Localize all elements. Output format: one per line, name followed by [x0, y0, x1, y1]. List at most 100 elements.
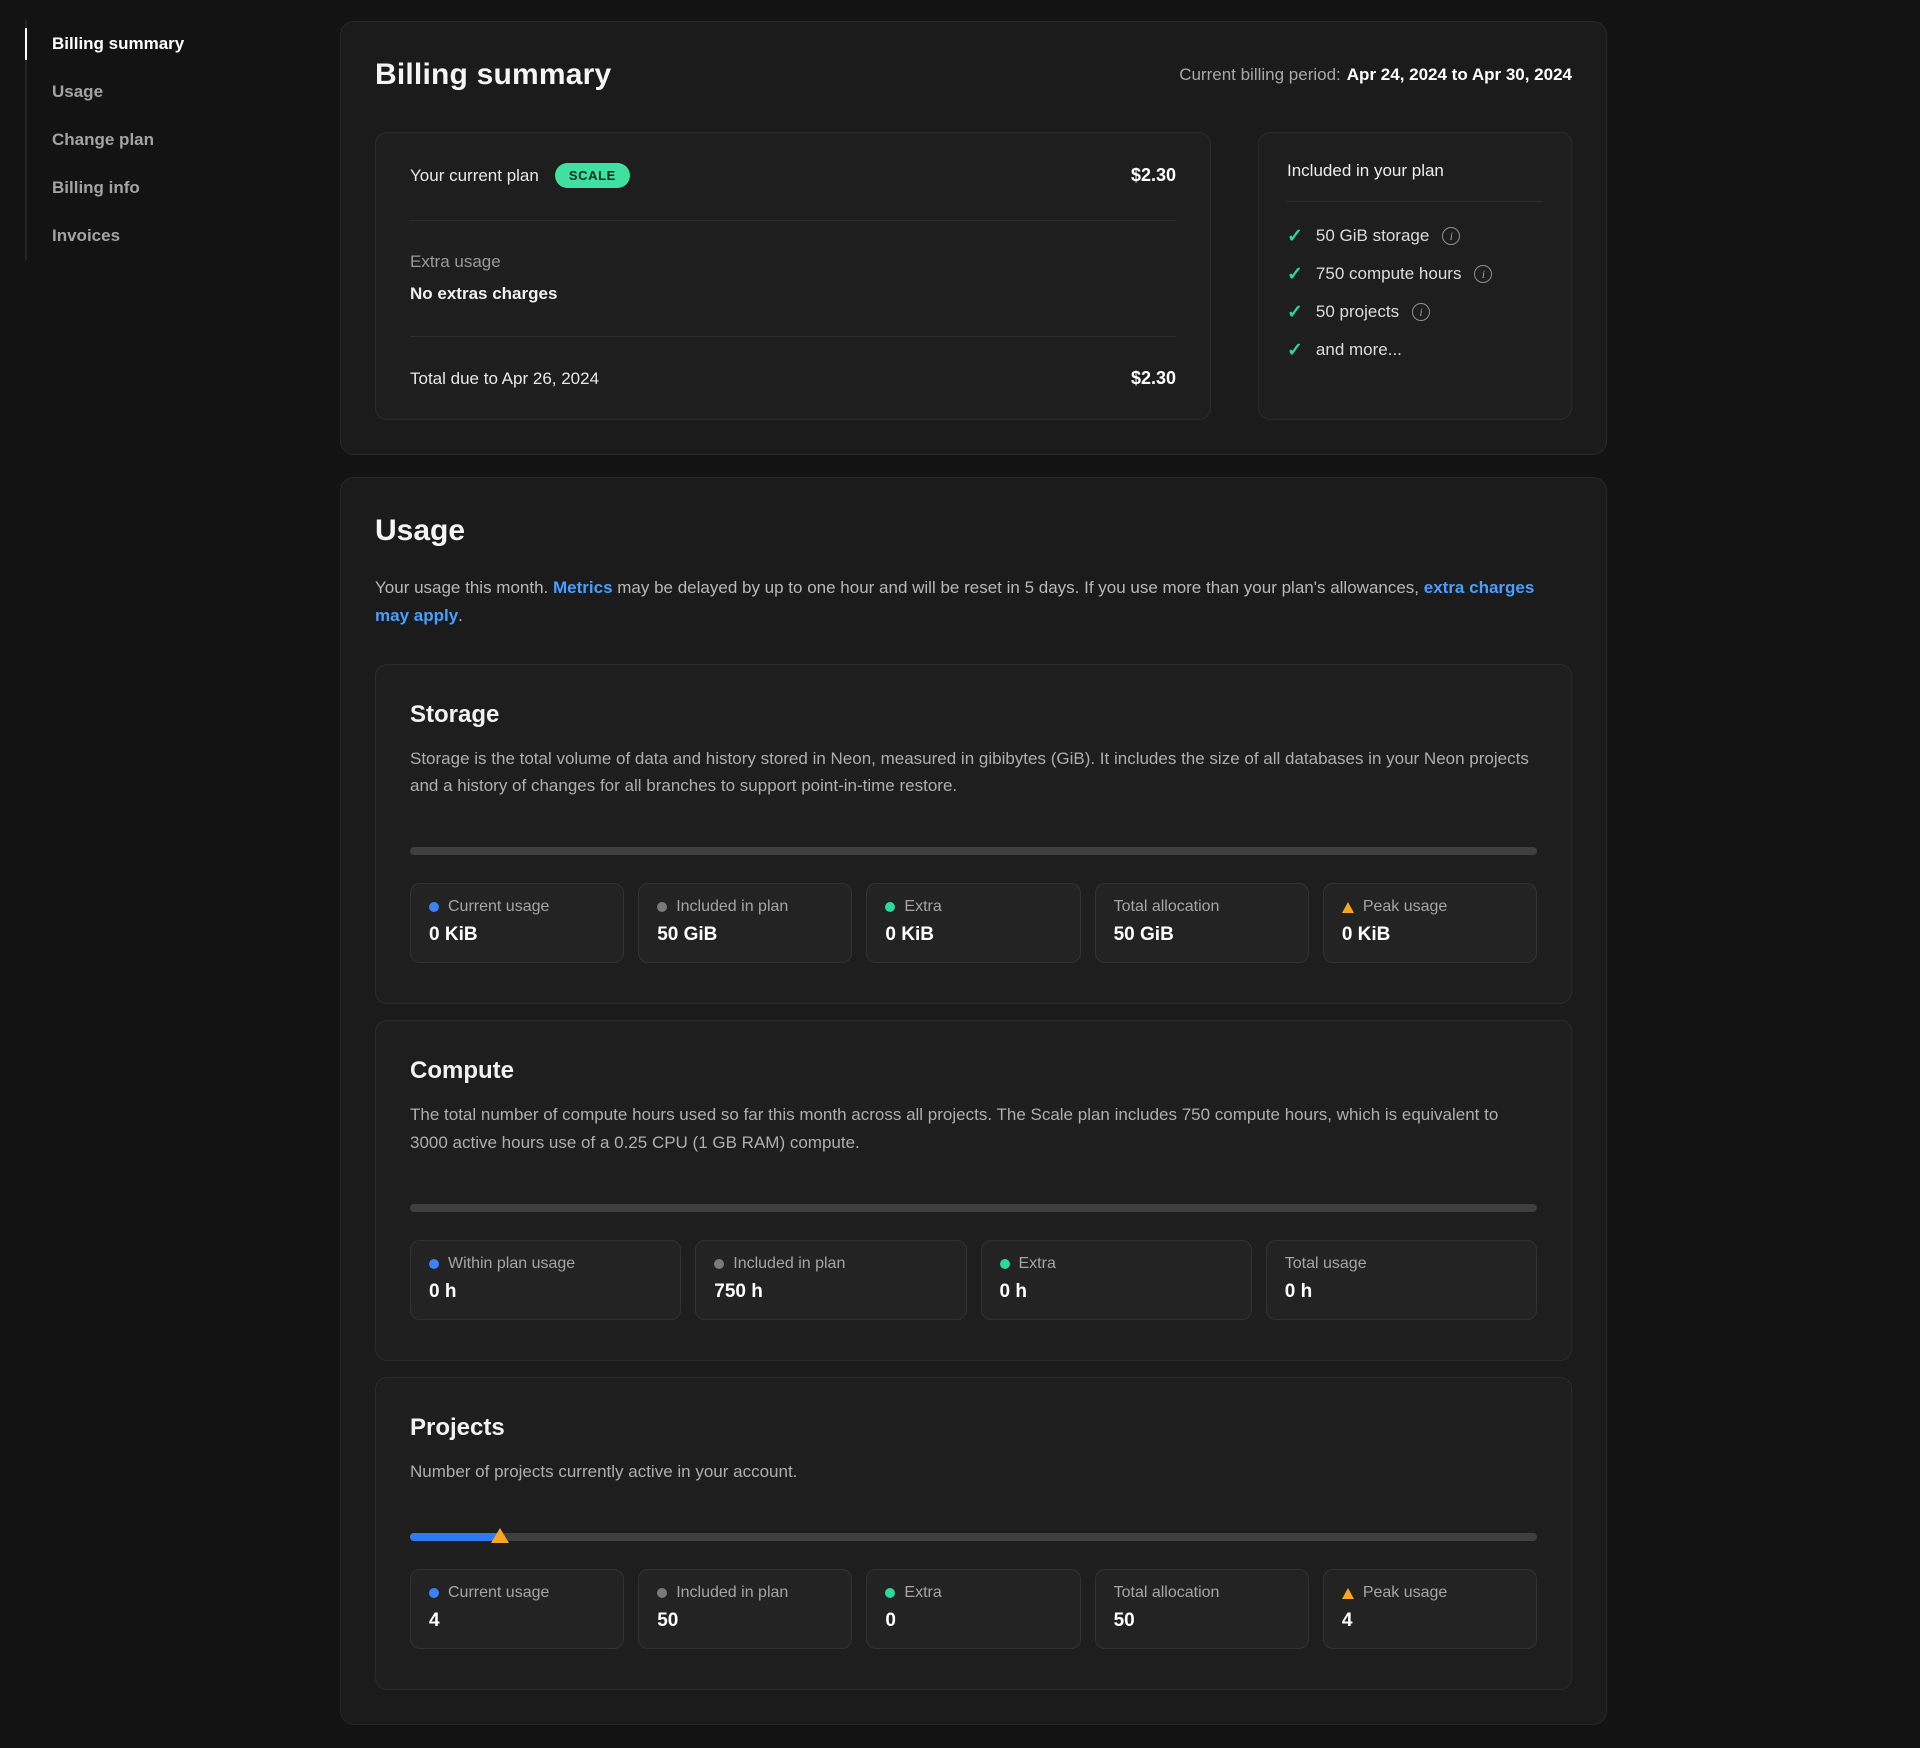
blue-dot-icon	[429, 1588, 439, 1598]
total-due-row: Total due to Apr 26, 2024 $2.30	[410, 368, 1176, 389]
stat-card-total-allocation: Total allocation 50 GiB	[1095, 883, 1309, 963]
green-dot-icon	[885, 902, 895, 912]
green-dot-icon	[885, 1588, 895, 1598]
sidebar-item-usage[interactable]: Usage	[27, 68, 275, 116]
stat-value: 0 KiB	[429, 924, 605, 946]
sidebar-nav-list: Billing summary Usage Change plan Billin…	[25, 20, 275, 260]
usage-card: Usage Your usage this month. Metrics may…	[340, 477, 1607, 1725]
sidebar-item-invoices[interactable]: Invoices	[27, 212, 275, 260]
included-item-projects: ✓ 50 projects	[1287, 300, 1543, 324]
extra-usage-block: Extra usage No extras charges	[410, 252, 1176, 304]
sidebar-item-change-plan[interactable]: Change plan	[27, 116, 275, 164]
included-item-more: ✓ and more...	[1287, 338, 1543, 362]
plan-divider-2	[410, 336, 1176, 337]
billing-summary-title: Billing summary	[375, 58, 611, 92]
stat-card-total-usage: Total usage 0 h	[1266, 1240, 1537, 1320]
blue-dot-icon	[429, 1259, 439, 1269]
storage-description: Storage is the total volume of data and …	[410, 745, 1537, 799]
included-in-plan-panel: Included in your plan ✓ 50 GiB storage ✓…	[1258, 132, 1572, 420]
included-item-compute: ✓ 750 compute hours	[1287, 262, 1543, 286]
stat-label: Total usage	[1285, 1255, 1367, 1273]
billing-page: Billing summary Usage Change plan Billin…	[0, 0, 1920, 1748]
projects-stats-row: Current usage 4 Included in plan 50 Extr…	[410, 1569, 1537, 1649]
stat-label: Total allocation	[1114, 1584, 1220, 1602]
usage-title: Usage	[375, 514, 1572, 548]
gray-dot-icon	[714, 1259, 724, 1269]
compute-progress-bar	[410, 1204, 1537, 1212]
projects-section: Projects Number of projects currently ac…	[375, 1377, 1572, 1690]
stat-card-within-plan-usage: Within plan usage 0 h	[410, 1240, 681, 1320]
stat-value: 4	[1342, 1610, 1518, 1632]
stat-label: Peak usage	[1363, 1584, 1448, 1602]
stat-value: 50 GiB	[657, 924, 833, 946]
sidebar-item-billing-info[interactable]: Billing info	[27, 164, 275, 212]
plan-price: $2.30	[1131, 165, 1176, 186]
peak-marker-icon	[491, 1528, 509, 1543]
stat-card-peak-usage: Peak usage 0 KiB	[1323, 883, 1537, 963]
check-icon: ✓	[1287, 227, 1303, 246]
info-icon[interactable]	[1412, 303, 1430, 321]
usage-intro-text: may be delayed by up to one hour and wil…	[613, 578, 1424, 597]
stat-value: 50 GiB	[1114, 924, 1290, 946]
compute-section: Compute The total number of compute hour…	[375, 1020, 1572, 1360]
included-item-label: 50 GiB storage	[1316, 226, 1429, 246]
info-icon[interactable]	[1474, 265, 1492, 283]
extra-usage-label: Extra usage	[410, 252, 1176, 272]
stat-card-peak-usage: Peak usage 4	[1323, 1569, 1537, 1649]
stat-label: Included in plan	[733, 1255, 845, 1273]
stat-label: Extra	[1019, 1255, 1056, 1273]
stat-card-included-in-plan: Included in plan 50	[638, 1569, 852, 1649]
storage-stats-row: Current usage 0 KiB Included in plan 50 …	[410, 883, 1537, 963]
stat-card-extra: Extra 0 h	[981, 1240, 1252, 1320]
stat-value: 4	[429, 1610, 605, 1632]
stat-value: 0 h	[1000, 1281, 1233, 1303]
stat-card-included-in-plan: Included in plan 750 h	[695, 1240, 966, 1320]
stat-value: 0 h	[429, 1281, 662, 1303]
billing-period-value: Apr 24, 2024 to Apr 30, 2024	[1347, 65, 1572, 84]
stat-label: Extra	[904, 898, 941, 916]
included-item-label: 50 projects	[1316, 302, 1399, 322]
stat-value: 0 KiB	[1342, 924, 1518, 946]
compute-description: The total number of compute hours used s…	[410, 1101, 1537, 1155]
included-item-label: and more...	[1316, 340, 1402, 360]
current-plan-label: Your current plan	[410, 166, 539, 186]
included-title: Included in your plan	[1287, 161, 1543, 181]
extra-usage-value: No extras charges	[410, 284, 1176, 304]
main-content: Billing summary Current billing period:A…	[340, 21, 1607, 1725]
billing-summary-card: Billing summary Current billing period:A…	[340, 21, 1607, 455]
stat-card-total-allocation: Total allocation 50	[1095, 1569, 1309, 1649]
green-dot-icon	[1000, 1259, 1010, 1269]
stat-card-extra: Extra 0 KiB	[866, 883, 1080, 963]
check-icon: ✓	[1287, 341, 1303, 360]
stat-label: Current usage	[448, 1584, 549, 1602]
included-divider	[1287, 201, 1543, 202]
stat-value: 50	[657, 1610, 833, 1632]
orange-triangle-icon	[1342, 1588, 1354, 1599]
blue-dot-icon	[429, 902, 439, 912]
gray-dot-icon	[657, 1588, 667, 1598]
included-list: ✓ 50 GiB storage ✓ 750 compute hours ✓ 5…	[1287, 224, 1543, 362]
info-icon[interactable]	[1442, 227, 1460, 245]
billing-period: Current billing period:Apr 24, 2024 to A…	[1179, 65, 1572, 85]
stat-value: 0 KiB	[885, 924, 1061, 946]
total-due-value: $2.30	[1131, 368, 1176, 389]
stat-label: Included in plan	[676, 898, 788, 916]
included-item-storage: ✓ 50 GiB storage	[1287, 224, 1543, 248]
gray-dot-icon	[657, 902, 667, 912]
orange-triangle-icon	[1342, 902, 1354, 913]
sidebar-item-billing-summary[interactable]: Billing summary	[27, 20, 275, 68]
metrics-link[interactable]: Metrics	[553, 578, 613, 597]
projects-progress-fill	[410, 1533, 500, 1541]
compute-stats-row: Within plan usage 0 h Included in plan 7…	[410, 1240, 1537, 1320]
stat-card-current-usage: Current usage 0 KiB	[410, 883, 624, 963]
stat-value: 750 h	[714, 1281, 947, 1303]
projects-description: Number of projects currently active in y…	[410, 1458, 1537, 1485]
storage-progress-bar	[410, 847, 1537, 855]
projects-progress-bar	[410, 1533, 1537, 1541]
plan-badge: SCALE	[555, 163, 630, 188]
stat-card-extra: Extra 0	[866, 1569, 1080, 1649]
compute-heading: Compute	[410, 1057, 1537, 1085]
stat-label: Extra	[904, 1584, 941, 1602]
stat-value: 50	[1114, 1610, 1290, 1632]
projects-heading: Projects	[410, 1414, 1537, 1442]
